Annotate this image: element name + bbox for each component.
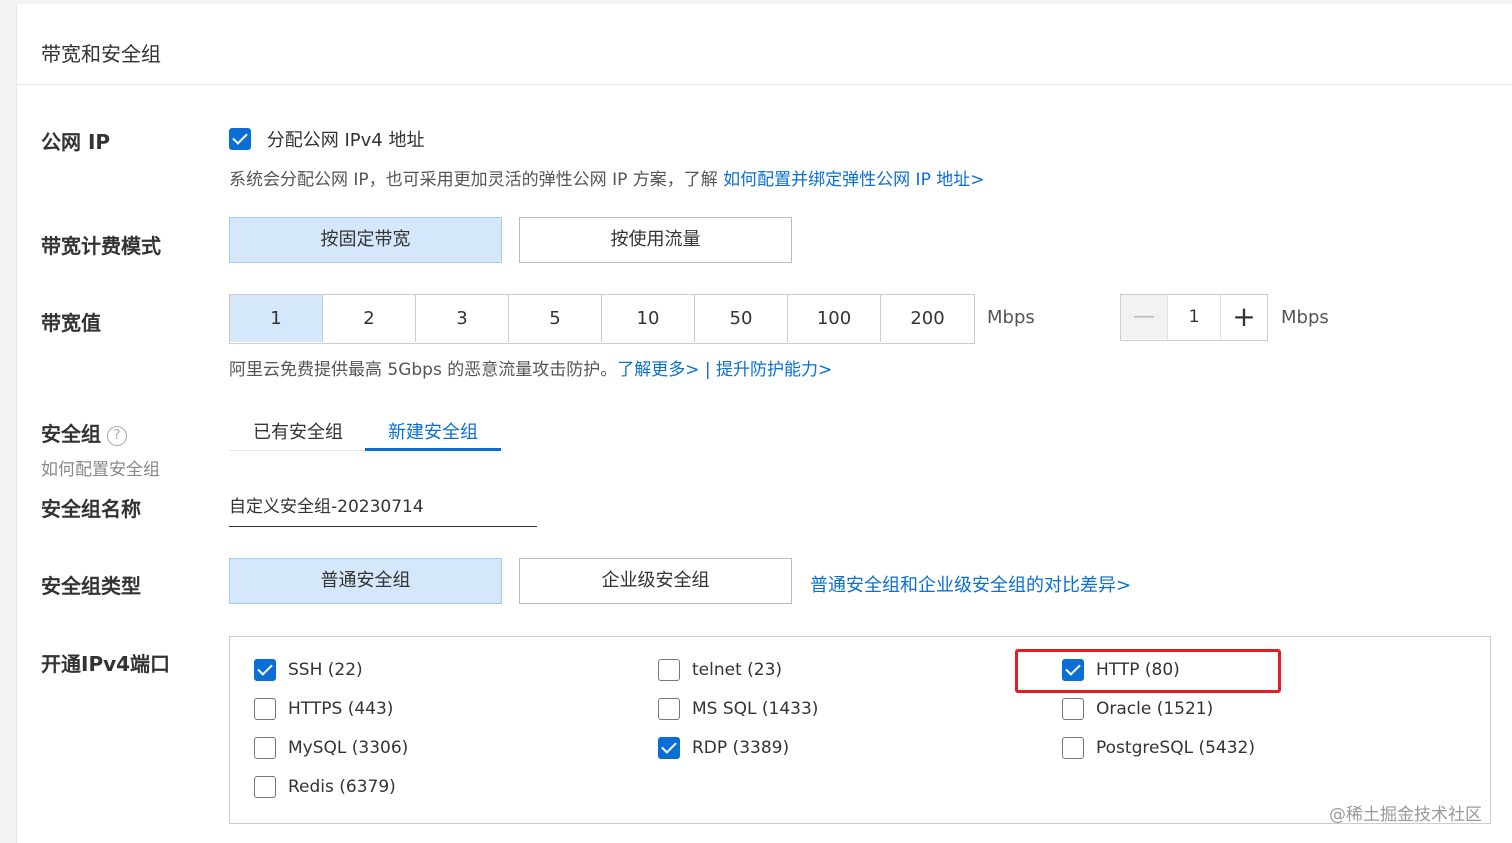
active-tab-indicator — [365, 448, 501, 451]
stepper-plus-button[interactable]: + — [1220, 295, 1267, 339]
port-mssql-checkbox[interactable] — [658, 698, 680, 720]
port-redis-checkbox[interactable] — [254, 776, 276, 798]
security-group-help-link[interactable]: 如何配置安全组 — [41, 455, 160, 480]
port-postgresql-label: PostgreSQL (5432) — [1096, 738, 1256, 758]
port-oracle[interactable]: Oracle (1521) — [1062, 698, 1213, 720]
bandwidth-option-100[interactable]: 100 — [788, 295, 881, 342]
eip-config-link[interactable]: 如何配置并绑定弹性公网 IP 地址> — [723, 170, 984, 190]
ddos-note-text: 阿里云免费提供最高 5Gbps 的恶意流量攻击防护。 — [229, 360, 618, 380]
public-ip-checkbox[interactable] — [229, 128, 251, 150]
help-icon[interactable]: ? — [107, 426, 127, 446]
security-group-type-label: 安全组类型 — [41, 574, 141, 598]
port-postgresql-checkbox[interactable] — [1062, 737, 1084, 759]
bandwidth-option-2[interactable]: 2 — [323, 295, 416, 342]
port-telnet-checkbox[interactable] — [658, 659, 680, 681]
bandwidth-option-3[interactable]: 3 — [416, 295, 509, 342]
bandwidth-stepper: — 1 + — [1120, 294, 1268, 341]
port-https-checkbox[interactable] — [254, 698, 276, 720]
port-oracle-checkbox[interactable] — [1062, 698, 1084, 720]
billing-mode-label: 带宽计费模式 — [41, 234, 161, 258]
bandwidth-option-50[interactable]: 50 — [695, 295, 788, 342]
type-normal-button[interactable]: 普通安全组 — [229, 558, 502, 604]
port-mysql-checkbox[interactable] — [254, 737, 276, 759]
stepper-unit: Mbps — [1281, 307, 1329, 328]
security-group-label: 安全组? — [41, 418, 127, 447]
port-mysql-label: MySQL (3306) — [288, 738, 409, 758]
ports-box — [229, 636, 1491, 824]
http-highlight-annotation — [1015, 649, 1281, 693]
bandwidth-label: 带宽值 — [41, 311, 101, 335]
port-mssql-label: MS SQL (1433) — [692, 699, 819, 719]
security-group-name-label: 安全组名称 — [41, 497, 141, 521]
stepper-minus-button[interactable]: — — [1121, 295, 1168, 339]
billing-fixed-button[interactable]: 按固定带宽 — [229, 217, 502, 263]
panel-title: 带宽和安全组 — [41, 42, 161, 66]
public-ip-description-text: 系统会分配公网 IP，也可采用更加灵活的弹性公网 IP 方案，了解 — [229, 170, 724, 190]
bandwidth-option-10[interactable]: 10 — [602, 295, 695, 342]
public-ip-checkbox-row[interactable]: 分配公网 IPv4 地址 — [229, 126, 424, 152]
port-ssh-checkbox[interactable] — [254, 659, 276, 681]
tab-new-security-group[interactable]: 新建安全组 — [388, 418, 478, 444]
port-https[interactable]: HTTPS (443) — [254, 698, 393, 720]
panel-header: 带宽和安全组 — [17, 4, 1512, 85]
security-group-name-input[interactable]: 自定义安全组-20230714 — [229, 492, 537, 527]
port-oracle-label: Oracle (1521) — [1096, 699, 1214, 719]
security-group-label-text: 安全组 — [41, 422, 101, 446]
billing-traffic-button[interactable]: 按使用流量 — [519, 217, 792, 263]
port-redis-label: Redis (6379) — [288, 777, 396, 797]
type-enterprise-button[interactable]: 企业级安全组 — [519, 558, 792, 604]
port-redis[interactable]: Redis (6379) — [254, 776, 396, 798]
bandwidth-preset-group: 1 2 3 5 10 50 100 200 — [229, 294, 975, 344]
bandwidth-security-panel: 带宽和安全组 公网 IP 分配公网 IPv4 地址 系统会分配公网 IP，也可采… — [16, 4, 1512, 843]
bandwidth-option-1[interactable]: 1 — [230, 295, 323, 342]
port-ssh-label: SSH (22) — [288, 660, 363, 680]
link-separator: | — [704, 360, 711, 380]
type-compare-link[interactable]: 普通安全组和企业级安全组的对比差异> — [810, 571, 1131, 597]
ddos-note: 阿里云免费提供最高 5Gbps 的恶意流量攻击防护。了解更多> | 提升防护能力… — [229, 355, 832, 380]
learn-more-link[interactable]: 了解更多> — [617, 360, 699, 380]
public-ip-description: 系统会分配公网 IP，也可采用更加灵活的弹性公网 IP 方案，了解 如何配置并绑… — [229, 165, 984, 190]
bandwidth-option-200[interactable]: 200 — [881, 295, 974, 342]
port-telnet[interactable]: telnet (23) — [658, 659, 782, 681]
public-ip-label: 公网 IP — [41, 130, 111, 154]
public-ip-checkbox-label: 分配公网 IPv4 地址 — [266, 130, 425, 151]
upgrade-protection-link[interactable]: 提升防护能力> — [716, 360, 832, 380]
port-mssql[interactable]: MS SQL (1433) — [658, 698, 818, 720]
port-rdp-checkbox[interactable] — [658, 737, 680, 759]
watermark: @稀土掘金技术社区 — [1329, 805, 1482, 825]
port-rdp-label: RDP (3389) — [692, 738, 790, 758]
tab-existing-security-group[interactable]: 已有安全组 — [253, 418, 343, 444]
port-mysql[interactable]: MySQL (3306) — [254, 737, 408, 759]
ipv4-ports-label: 开通IPv4端口 — [41, 652, 171, 676]
stepper-value[interactable]: 1 — [1168, 295, 1220, 340]
port-postgresql[interactable]: PostgreSQL (5432) — [1062, 737, 1255, 759]
port-rdp[interactable]: RDP (3389) — [658, 737, 789, 759]
bandwidth-preset-unit: Mbps — [987, 307, 1035, 328]
port-telnet-label: telnet (23) — [692, 660, 783, 680]
port-https-label: HTTPS (443) — [288, 699, 394, 719]
port-ssh[interactable]: SSH (22) — [254, 659, 363, 681]
bandwidth-option-5[interactable]: 5 — [509, 295, 602, 342]
